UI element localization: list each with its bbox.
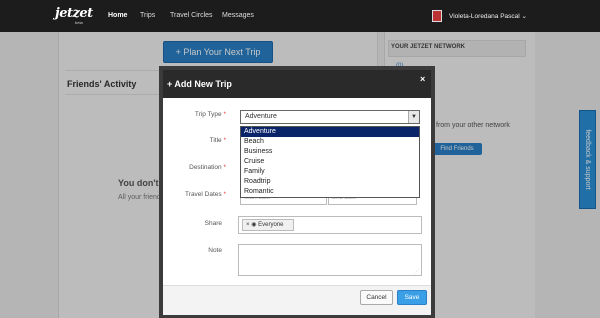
option-family[interactable]: Family bbox=[241, 167, 419, 177]
globe-icon: ◉ bbox=[251, 222, 257, 228]
nav-trips[interactable]: Trips bbox=[140, 12, 155, 19]
option-adventure[interactable]: Adventure bbox=[241, 127, 419, 137]
modal-header: + Add New Trip × bbox=[163, 70, 431, 98]
trip-type-select[interactable]: Adventure ▼ bbox=[240, 110, 420, 124]
nav-messages[interactable]: Messages bbox=[222, 12, 254, 19]
note-textarea[interactable]: ⋰ bbox=[238, 244, 422, 276]
travel-dates-label: Travel Dates * bbox=[185, 191, 226, 198]
save-button[interactable]: Save bbox=[397, 290, 427, 305]
remove-icon[interactable]: × bbox=[243, 222, 250, 228]
option-business[interactable]: Business bbox=[241, 147, 419, 157]
trip-type-value: Adventure bbox=[245, 113, 277, 120]
share-chip-everyone[interactable]: × ◉ Everyone bbox=[242, 219, 294, 231]
nav-home[interactable]: Home bbox=[108, 12, 127, 19]
modal-title: + Add New Trip bbox=[167, 79, 232, 89]
chevron-down-icon[interactable]: ▼ bbox=[408, 111, 419, 123]
logo-beta-tag: beta bbox=[75, 20, 83, 25]
option-beach[interactable]: Beach bbox=[241, 137, 419, 147]
trip-type-dropdown[interactable]: Adventure Beach Business Cruise Family R… bbox=[240, 126, 420, 198]
jetzet-logo[interactable]: jetzet bbox=[55, 6, 93, 21]
cancel-button[interactable]: Cancel bbox=[360, 290, 393, 305]
nav-travel-circles[interactable]: Travel Circles bbox=[170, 12, 213, 19]
trip-type-label: Trip Type * bbox=[194, 111, 226, 118]
option-cruise[interactable]: Cruise bbox=[241, 157, 419, 167]
share-label: Share bbox=[204, 220, 222, 227]
option-roadtrip[interactable]: Roadtrip bbox=[241, 177, 419, 187]
share-chip-label: Everyone bbox=[258, 222, 284, 228]
user-avatar[interactable] bbox=[432, 10, 442, 22]
resize-handle-icon[interactable]: ⋰ bbox=[414, 269, 419, 275]
close-icon[interactable]: × bbox=[420, 74, 425, 84]
title-label: Title * bbox=[209, 137, 226, 144]
option-romantic[interactable]: Romantic bbox=[241, 187, 419, 197]
user-menu[interactable]: Violeta-Loredana Pascal ⌄ bbox=[449, 12, 527, 20]
note-label: Note bbox=[208, 247, 222, 254]
destination-label: Destination * bbox=[189, 164, 226, 171]
